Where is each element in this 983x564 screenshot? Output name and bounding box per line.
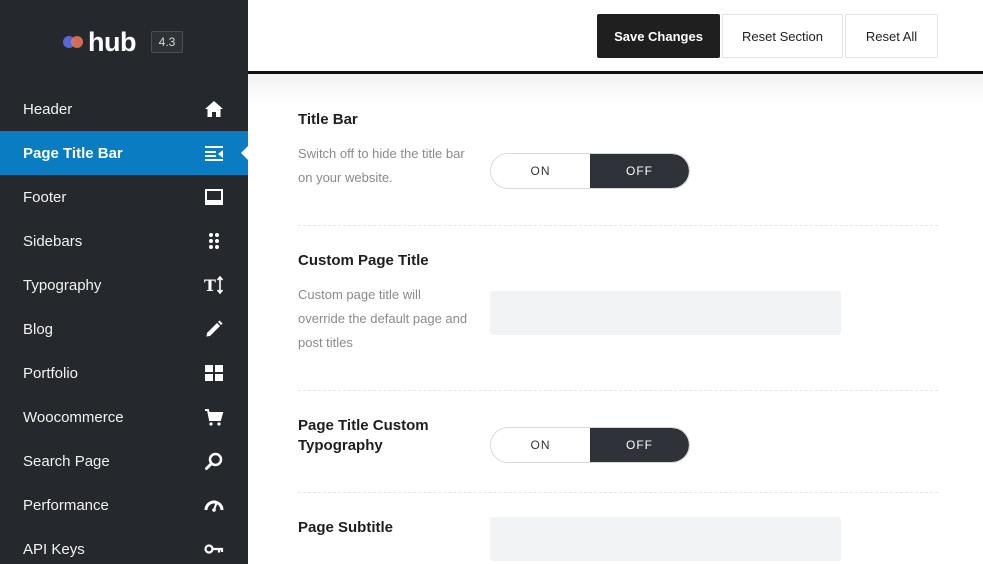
sidebar-item-label: Woocommerce [23, 408, 124, 426]
sidebar-item-portfolio[interactable]: Portfolio [0, 351, 248, 395]
settings-panel: Title Bar Switch off to hide the title b… [248, 74, 983, 564]
brand-name: hub [88, 27, 136, 57]
sidebar-nav: Header Page Title Bar Footer Sidebars Ty… [0, 87, 248, 564]
sidebar-item-label: API Keys [23, 540, 85, 558]
sidebar-item-woocommerce[interactable]: Woocommerce [0, 395, 248, 439]
sidebar-item-sidebars[interactable]: Sidebars [0, 219, 248, 263]
sidebar: hub 4.3 Header Page Title Bar Footer Sid… [0, 0, 248, 564]
page-subtitle-input[interactable] [490, 517, 841, 561]
sidebar-item-header[interactable]: Header [0, 87, 248, 131]
version-badge: 4.3 [151, 31, 183, 53]
sidebar-item-performance[interactable]: Performance [0, 483, 248, 527]
sidebar-item-label: Footer [23, 188, 67, 206]
title-bar-icon [204, 143, 224, 163]
top-toolbar: Save Changes Reset Section Reset All [248, 0, 983, 74]
sidebar-item-blog[interactable]: Blog [0, 307, 248, 351]
footer-icon [204, 187, 224, 207]
sidebar-item-label: Portfolio [23, 364, 79, 382]
sidebar-item-label: Search Page [23, 452, 110, 470]
toggle-on-option[interactable]: ON [491, 154, 590, 188]
sidebar-item-footer[interactable]: Footer [0, 175, 248, 219]
sidebar-item-api-keys[interactable]: API Keys [0, 527, 248, 564]
sidebar-item-page-title-bar[interactable]: Page Title Bar [0, 131, 248, 175]
portfolio-grid-icon [204, 363, 224, 383]
grid-dots-icon [204, 231, 224, 251]
pencil-icon [204, 319, 224, 339]
custom-page-title-heading: Custom Page Title [298, 252, 429, 269]
page-subtitle-heading: Page Subtitle [298, 519, 394, 536]
title-bar-toggle[interactable]: ON OFF [490, 153, 690, 189]
reset-section-button[interactable]: Reset Section [722, 14, 843, 58]
section-divider [298, 492, 938, 493]
section-divider [298, 225, 938, 226]
toggle-off-option[interactable]: OFF [590, 428, 689, 462]
sidebar-item-label: Header [23, 100, 73, 118]
custom-typography-heading: Page Title Custom Typography [298, 417, 429, 454]
gauge-icon [204, 495, 224, 515]
sidebar-item-label: Sidebars [23, 232, 83, 250]
title-bar-description: Switch off to hide the title bar on your… [298, 146, 465, 185]
sidebar-item-typography[interactable]: Typography T [0, 263, 248, 307]
sidebar-item-search-page[interactable]: Search Page [0, 439, 248, 483]
sidebar-item-label: Performance [23, 496, 109, 514]
search-icon [204, 451, 224, 471]
section-divider [298, 390, 938, 391]
sidebar-item-label: Page Title Bar [23, 144, 123, 162]
toggle-off-option[interactable]: OFF [590, 154, 689, 188]
title-bar-heading: Title Bar [298, 111, 358, 128]
home-icon [204, 99, 224, 119]
brand-logo: hub [63, 26, 136, 58]
logo-dots-icon [63, 34, 85, 50]
toggle-on-option[interactable]: ON [491, 428, 590, 462]
save-changes-button[interactable]: Save Changes [597, 14, 720, 58]
typography-icon: T [204, 275, 224, 295]
reset-all-button[interactable]: Reset All [845, 14, 938, 58]
sidebar-item-label: Typography [23, 276, 102, 294]
custom-typography-toggle[interactable]: ON OFF [490, 427, 690, 463]
svg-text:T: T [204, 276, 216, 295]
cart-icon [204, 407, 224, 427]
key-icon [204, 539, 224, 559]
custom-page-title-input[interactable] [490, 291, 841, 335]
sidebar-item-label: Blog [23, 320, 54, 338]
custom-page-title-description: Custom page title will override the defa… [298, 287, 468, 350]
